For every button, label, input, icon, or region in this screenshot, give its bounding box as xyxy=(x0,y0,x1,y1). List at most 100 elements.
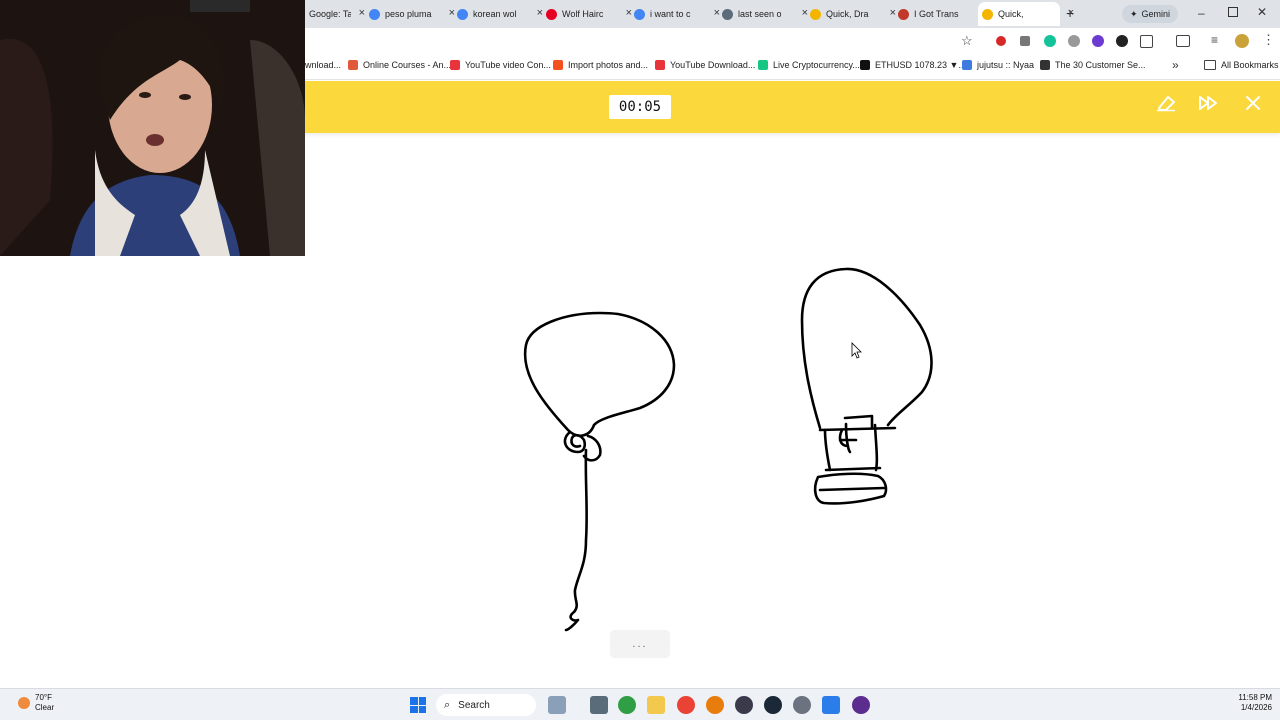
bookmark-item[interactable]: Import photos and... xyxy=(553,60,648,70)
extension-purple-icon[interactable] xyxy=(1092,35,1104,47)
tab-favicon-icon xyxy=(722,8,733,20)
search-label: Search xyxy=(458,699,490,711)
more-bookmarks-button[interactable]: » xyxy=(1172,58,1179,72)
media-control-icon[interactable] xyxy=(1176,35,1190,47)
lightbulb-drawing xyxy=(800,267,933,505)
extension-red-icon[interactable] xyxy=(996,36,1006,46)
browser-tab[interactable]: Quick, × xyxy=(978,2,1074,26)
skip-button[interactable] xyxy=(1193,88,1225,118)
steam-icon[interactable] xyxy=(764,696,782,714)
close-icon xyxy=(1246,96,1260,110)
bookmark-label: wnload... xyxy=(305,60,342,70)
mouse-cursor-icon xyxy=(851,342,862,359)
weather-icon xyxy=(18,697,30,709)
bookmark-favicon-icon xyxy=(758,60,768,70)
weather-temp: 70°F xyxy=(35,693,52,702)
clock-date: 1/4/2026 xyxy=(1240,703,1272,712)
eraser-icon xyxy=(1157,96,1175,112)
all-bookmarks-button[interactable]: All Bookmarks xyxy=(1204,60,1279,70)
window-close-button[interactable]: ✕ xyxy=(1257,5,1267,19)
file-explorer-icon[interactable] xyxy=(647,696,665,714)
tab-title: I Got Trans xyxy=(914,9,959,19)
bookmark-item[interactable]: YouTube Download... xyxy=(655,60,755,70)
bookmark-star-icon[interactable]: ☆ xyxy=(961,33,973,49)
bookmark-item[interactable]: ETHUSD 1078.23 ▼... xyxy=(860,60,966,70)
bookmark-favicon-icon xyxy=(962,60,972,70)
extension-black-icon[interactable] xyxy=(1116,35,1128,47)
tab-title: i want to c xyxy=(650,9,691,19)
taskbar-search[interactable]: ⌕ Search xyxy=(436,694,536,716)
new-tab-button[interactable]: + xyxy=(1066,5,1074,21)
webcam-overlay xyxy=(0,0,305,256)
settings-icon[interactable] xyxy=(793,696,811,714)
bookmark-label: Live Cryptocurrency... xyxy=(773,60,860,70)
clear-button[interactable] xyxy=(1150,88,1182,118)
folder-icon xyxy=(1204,60,1216,70)
tab-favicon-icon xyxy=(982,8,993,20)
gemini-button[interactable]: ✦ Gemini xyxy=(1122,5,1179,23)
close-game-button[interactable] xyxy=(1237,88,1269,118)
tab-title: Google: Ta xyxy=(309,9,351,19)
xbox-app-icon[interactable] xyxy=(618,696,636,714)
browser-tab[interactable]: peso pluma × xyxy=(365,2,455,26)
bookmark-favicon-icon xyxy=(348,60,358,70)
obs-icon[interactable] xyxy=(735,696,753,714)
reading-list-icon[interactable]: ≡ xyxy=(1211,33,1218,47)
browser-tab[interactable]: Wolf Hairc × xyxy=(542,2,632,26)
tab-favicon-icon xyxy=(810,8,821,20)
gemini-label: Gemini xyxy=(1141,9,1171,19)
sparkle-icon: ✦ xyxy=(1130,8,1138,19)
bookmark-item[interactable]: jujutsu :: Nyaa xyxy=(962,60,1034,70)
weather-widget[interactable]: 70°F Clear xyxy=(18,693,54,713)
grammarly-icon[interactable] xyxy=(1044,35,1056,47)
widgets-icon[interactable] xyxy=(548,696,566,714)
tab-title: Wolf Hairc xyxy=(562,9,604,19)
tab-favicon-icon xyxy=(369,8,380,20)
start-button[interactable] xyxy=(410,697,426,713)
minimize-button[interactable]: – xyxy=(1198,6,1205,20)
browser-tab[interactable]: last seen o × xyxy=(718,2,808,26)
browser-tab[interactable]: i want to c × xyxy=(630,2,720,26)
extension-owl-icon[interactable] xyxy=(1068,35,1080,47)
bookmark-label: ETHUSD 1078.23 ▼... xyxy=(875,60,966,70)
tab-title: Quick, xyxy=(998,9,1024,19)
tab-favicon-icon xyxy=(457,8,468,20)
snipping-tool-icon[interactable] xyxy=(822,696,840,714)
tab-title: peso pluma xyxy=(385,9,432,19)
bookmark-label: jujutsu :: Nyaa xyxy=(977,60,1035,70)
clock-time: 11:58 PM xyxy=(1238,693,1272,702)
task-view-icon[interactable] xyxy=(590,696,608,714)
chrome-icon[interactable] xyxy=(677,696,695,714)
profile-avatar[interactable] xyxy=(1235,34,1249,48)
bookmark-label: Import photos and... xyxy=(568,60,649,70)
tab-title: korean wol xyxy=(473,9,517,19)
bookmark-item[interactable]: YouTube video Con... xyxy=(450,60,551,70)
browser-tab[interactable]: korean wol × xyxy=(453,2,543,26)
balloon-drawing xyxy=(523,311,676,632)
skip-icon xyxy=(1199,96,1217,110)
bookmark-item[interactable]: The 30 Customer Se... xyxy=(1040,60,1146,70)
github-desktop-icon[interactable] xyxy=(852,696,870,714)
extensions-puzzle-icon[interactable] xyxy=(1140,35,1153,48)
status-dots: ... xyxy=(610,630,670,658)
search-icon: ⌕ xyxy=(444,698,451,711)
browser-tab[interactable]: Google: Ta × xyxy=(305,2,365,26)
clock[interactable]: 11:58 PM 1/4/2026 xyxy=(1226,693,1272,713)
tab-favicon-icon xyxy=(898,8,909,20)
blender-icon[interactable] xyxy=(706,696,724,714)
tab-favicon-icon xyxy=(546,8,557,20)
bookmark-item[interactable]: Online Courses - An... xyxy=(348,60,451,70)
browser-tab[interactable]: I Got Trans× xyxy=(894,2,984,26)
weather-desc: Clear xyxy=(35,703,55,712)
bookmark-label: Online Courses - An... xyxy=(363,60,452,70)
bookmark-label: YouTube video Con... xyxy=(465,60,551,70)
bookmark-item[interactable]: wnload... xyxy=(305,60,341,70)
bookmark-item[interactable]: Live Cryptocurrency... xyxy=(758,60,860,70)
maximize-button[interactable] xyxy=(1228,7,1238,17)
bookmark-label: YouTube Download... xyxy=(670,60,756,70)
browser-menu-icon[interactable]: ⋮ xyxy=(1262,32,1275,48)
bookmark-favicon-icon xyxy=(1040,60,1050,70)
browser-tab[interactable]: Quick, Dra × xyxy=(806,2,896,26)
extension-gray-icon[interactable] xyxy=(1020,36,1030,46)
tab-title: Quick, Dra xyxy=(826,9,869,19)
